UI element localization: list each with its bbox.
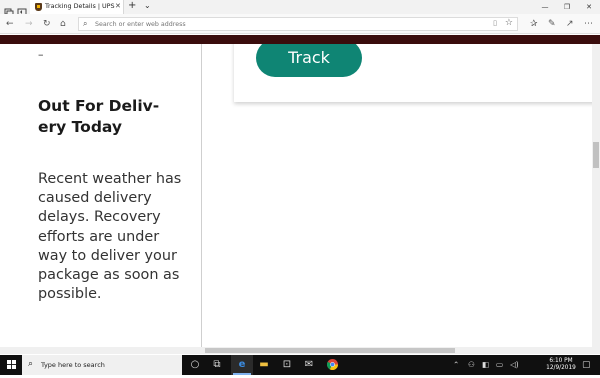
tab-list-chevron-icon[interactable]: ⌄	[144, 1, 151, 10]
show-hidden-icons-chevron-icon[interactable]: ⌃	[453, 360, 459, 369]
edge-browser-icon[interactable]: e	[231, 355, 253, 375]
tab-strip: Tracking Details | UPS ✕ + ⌄ — ❐ ✕	[0, 0, 600, 17]
horizontal-scroll-thumb[interactable]	[205, 348, 455, 353]
vertical-scroll-thumb[interactable]	[593, 142, 599, 168]
favorites-icon[interactable]: ✰	[530, 18, 538, 30]
window-controls: — ❐ ✕	[534, 0, 600, 14]
tab-close-icon[interactable]: ✕	[115, 2, 121, 10]
mail-icon[interactable]: ✉	[298, 355, 320, 375]
chrome-icon[interactable]	[321, 355, 343, 375]
tracking-card: Track	[234, 44, 600, 102]
taskbar: ⌕ Type here to search ○ ⧉ e ▬ ⊡ ✉ ⌃ ⚇ ◧ …	[0, 355, 600, 375]
network-icon[interactable]: ◧	[482, 360, 489, 369]
close-window-button[interactable]: ✕	[578, 0, 600, 14]
forward-arrow-icon[interactable]: →	[25, 18, 33, 30]
cortana-icon[interactable]: ○	[184, 355, 206, 375]
action-center-icon[interactable]: ▢	[582, 360, 591, 370]
tab-ups[interactable]: Tracking Details | UPS ✕	[30, 0, 124, 14]
track-button[interactable]: Track	[256, 44, 362, 77]
battery-icon[interactable]: ▭	[496, 360, 503, 369]
site-header-bar	[0, 35, 600, 44]
page-content: – Out For Deliv­ery Today Recent weather…	[0, 44, 600, 354]
tab-preview-icon[interactable]	[4, 2, 14, 17]
taskbar-search[interactable]: ⌕ Type here to search	[22, 355, 182, 375]
back-arrow-icon[interactable]: ←	[6, 18, 14, 30]
notes-icon[interactable]: ✎	[548, 18, 556, 30]
taskbar-search-placeholder: Type here to search	[41, 361, 105, 369]
horizontal-scrollbar[interactable]	[0, 347, 592, 354]
home-icon[interactable]: ⌂	[60, 18, 66, 30]
delivery-status-heading: Out For Deliv­ery Today	[38, 97, 160, 136]
task-view-icon[interactable]: ⧉	[206, 355, 228, 375]
more-icon[interactable]: ⋯	[584, 18, 593, 30]
reading-view-icon[interactable]: ▯	[493, 19, 497, 27]
set-aside-tabs-icon[interactable]	[17, 2, 27, 16]
windows-logo-icon	[7, 360, 16, 369]
people-icon[interactable]: ⚇	[468, 360, 475, 369]
weather-delay-notice: Recent weather has caused delivery delay…	[38, 171, 182, 303]
file-explorer-icon[interactable]: ▬	[253, 355, 275, 375]
start-button[interactable]	[0, 355, 22, 375]
restore-button[interactable]: ❐	[556, 0, 578, 14]
search-icon: ⌕	[83, 19, 88, 28]
share-icon[interactable]: ↗	[566, 18, 574, 30]
refresh-icon[interactable]: ↻	[43, 18, 51, 30]
navigation-bar: ← → ↻ ⌂ ⌕ ▯ ☆ ✰ ✎ ↗ ⋯	[0, 14, 600, 34]
favorite-star-icon[interactable]: ☆	[505, 18, 513, 28]
new-tab-button[interactable]: +	[128, 0, 136, 11]
clock[interactable]: 6:10 PM 12/9/2019	[542, 358, 580, 372]
minimize-button[interactable]: —	[534, 0, 556, 14]
search-icon: ⌕	[28, 359, 34, 369]
clock-date: 12/9/2019	[546, 365, 576, 371]
status-column: – Out For Deliv­ery Today Recent weather…	[0, 44, 202, 354]
separator-dash: –	[38, 48, 44, 61]
store-icon[interactable]: ⊡	[276, 355, 298, 375]
volume-icon[interactable]: ◁)	[510, 360, 519, 369]
clock-time: 6:10 PM	[549, 358, 573, 364]
vertical-scrollbar[interactable]	[592, 44, 600, 354]
address-input[interactable]	[95, 19, 475, 29]
ups-favicon-icon	[35, 3, 42, 11]
tab-title: Tracking Details | UPS	[45, 2, 115, 10]
address-bar[interactable]: ⌕ ▯ ☆	[78, 17, 518, 31]
